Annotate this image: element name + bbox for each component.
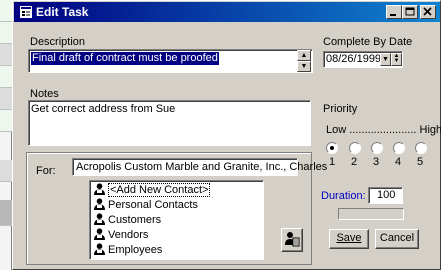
priority-radio-4[interactable] bbox=[393, 142, 405, 154]
contact-icon bbox=[94, 213, 105, 225]
description-field[interactable]: Final draft of contract must be proofed … bbox=[28, 49, 313, 73]
minimize-icon bbox=[390, 14, 396, 16]
priority-option-2: 2 bbox=[351, 156, 358, 168]
priority-radio-2[interactable] bbox=[349, 142, 361, 154]
date-spin-button[interactable]: ▲ ▼ bbox=[391, 53, 402, 66]
scroll-down-button[interactable]: ▼ bbox=[297, 61, 311, 72]
priority-radio-5[interactable] bbox=[415, 142, 427, 154]
complete-by-label: Complete By Date bbox=[323, 36, 413, 48]
duration-field[interactable]: 100 bbox=[368, 187, 403, 204]
priority-option-5: 5 bbox=[417, 156, 424, 168]
background-cell bbox=[0, 200, 12, 226]
notes-field[interactable]: Get correct address from Sue bbox=[28, 100, 311, 146]
contact-label: Vendors bbox=[108, 229, 149, 241]
priority-label: Priority bbox=[323, 103, 358, 115]
description-label: Description bbox=[30, 36, 86, 48]
save-label: Save bbox=[336, 232, 362, 244]
background-cell bbox=[0, 0, 12, 22]
close-button[interactable] bbox=[420, 5, 436, 19]
background-cell bbox=[0, 22, 12, 44]
contact-icon bbox=[94, 228, 105, 240]
for-field[interactable]: Acropolis Custom Marble and Granite, Inc… bbox=[72, 158, 327, 176]
duration-progress-bar bbox=[338, 208, 404, 220]
contact-card-button[interactable] bbox=[281, 228, 303, 252]
cancel-button[interactable]: Cancel bbox=[375, 229, 419, 249]
form-icon bbox=[20, 6, 32, 18]
window-title: Edit Task bbox=[36, 5, 89, 19]
background-cell bbox=[0, 66, 12, 88]
background-cell bbox=[0, 110, 12, 132]
complete-by-value: 08/26/1999 bbox=[326, 53, 382, 65]
contact-label: <Add New Contact> bbox=[108, 183, 211, 197]
duration-label: Duration: bbox=[321, 190, 366, 202]
save-button[interactable]: Save bbox=[329, 229, 369, 249]
priority-radio-1[interactable] bbox=[326, 142, 338, 154]
minimize-button[interactable] bbox=[386, 5, 402, 19]
priority-option-4: 4 bbox=[395, 156, 402, 168]
date-dropdown-button[interactable]: ▼ bbox=[380, 53, 391, 66]
close-icon bbox=[423, 7, 432, 16]
contacts-list[interactable]: <Add New Contact> Personal Contacts Cust… bbox=[89, 180, 264, 260]
maximize-icon bbox=[405, 7, 415, 16]
background-cell bbox=[0, 88, 12, 110]
background-cell bbox=[0, 160, 12, 182]
for-label: For: bbox=[36, 165, 56, 177]
contact-icon bbox=[94, 198, 105, 210]
background-cell bbox=[0, 44, 12, 66]
complete-by-field[interactable]: 08/26/1999 ▼ ▲ ▼ bbox=[323, 51, 403, 68]
contact-card-icon bbox=[285, 232, 300, 247]
contact-icon bbox=[94, 183, 105, 195]
priority-option-3: 3 bbox=[373, 156, 380, 168]
list-item[interactable]: <Add New Contact> bbox=[94, 183, 211, 197]
cancel-label: Cancel bbox=[379, 232, 415, 244]
contact-label: Employees bbox=[108, 244, 163, 256]
priority-radio-3[interactable] bbox=[371, 142, 383, 154]
description-value: Final draft of contract must be proofed bbox=[31, 52, 219, 65]
background-window bbox=[0, 0, 12, 270]
for-value: Acropolis Custom Marble and Granite, Inc… bbox=[76, 161, 328, 173]
contact-label: Customers bbox=[108, 214, 162, 226]
title-bar[interactable]: Edit Task bbox=[14, 2, 440, 22]
list-item[interactable]: Personal Contacts bbox=[94, 198, 198, 212]
contact-icon bbox=[94, 243, 105, 255]
list-item[interactable]: Employees bbox=[94, 243, 162, 257]
list-item[interactable]: Customers bbox=[94, 213, 161, 227]
duration-value: 100 bbox=[377, 189, 396, 201]
maximize-button[interactable] bbox=[402, 5, 418, 19]
list-item[interactable]: Vendors bbox=[94, 228, 148, 242]
scroll-up-button[interactable]: ▲ bbox=[297, 50, 311, 61]
priority-scale-label: Low ...................... High bbox=[326, 124, 441, 136]
contact-label: Personal Contacts bbox=[108, 199, 198, 211]
priority-option-1: 1 bbox=[329, 156, 336, 168]
notes-value: Get correct address from Sue bbox=[31, 103, 176, 115]
